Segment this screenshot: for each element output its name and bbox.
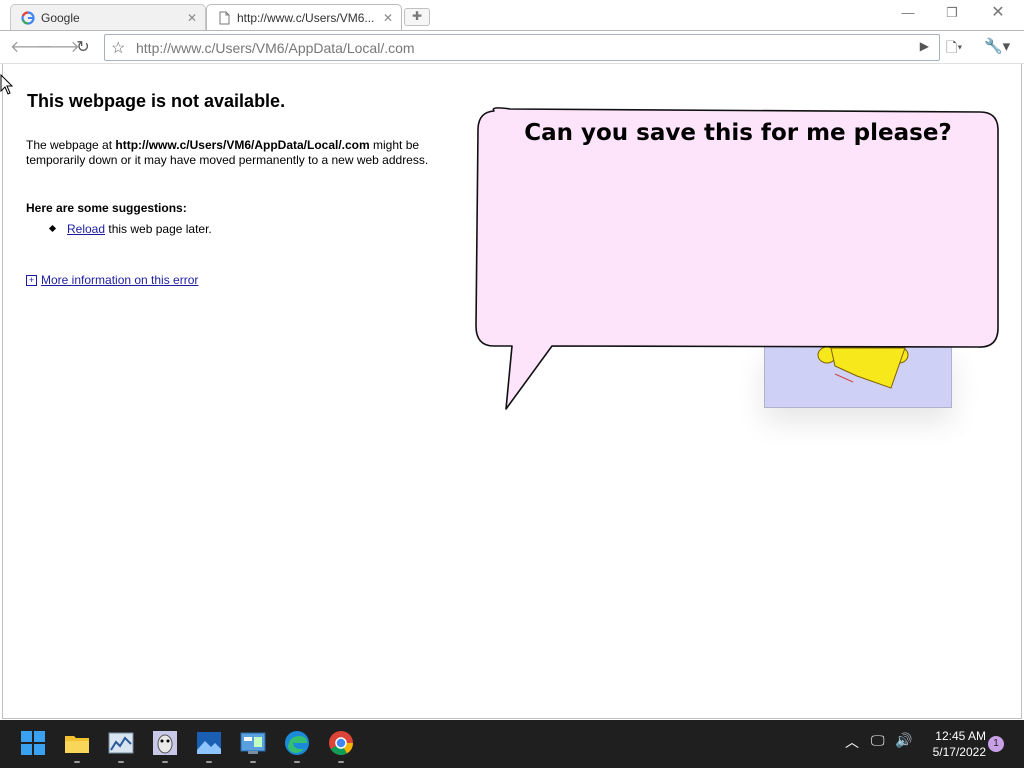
browser-toolbar: 🡐 🡒 ↻ ☆ http://www.c/Users/VM6/AppData/L… xyxy=(0,30,1024,64)
suggestions-title: Here are some suggestions: xyxy=(26,201,187,215)
running-indicator xyxy=(250,761,256,763)
character-app-icon[interactable] xyxy=(152,730,178,756)
error-desc-url: http://www.c/Users/VM6/AppData/Local/.co… xyxy=(115,138,370,152)
tab-title: http://www.c/Users/VM6... xyxy=(237,10,375,25)
google-favicon-icon xyxy=(21,10,35,25)
control-panel-icon[interactable] xyxy=(240,730,266,756)
bullet-icon xyxy=(48,225,57,233)
reload-icon[interactable]: ↻ xyxy=(72,37,94,59)
network-icon[interactable]: 🖵 xyxy=(871,732,885,749)
edge-icon[interactable] xyxy=(284,730,310,756)
speech-bubble xyxy=(475,107,999,410)
taskbar: ︿ 🖵 🔊 12:45 AM 5/17/2022 1 xyxy=(0,720,1024,768)
error-desc-prefix: The webpage at xyxy=(26,138,116,152)
new-tab-button[interactable]: ✚ xyxy=(404,8,430,26)
speech-bubble-text: Can you save this for me please? xyxy=(524,120,952,146)
go-icon[interactable]: ▶ xyxy=(920,39,929,53)
reload-link[interactable]: Reload xyxy=(67,222,105,236)
clock-time: 12:45 AM xyxy=(935,729,986,743)
star-icon[interactable]: ☆ xyxy=(111,38,125,58)
tab-google[interactable]: Google ✕ xyxy=(10,4,206,30)
tab-active-page[interactable]: http://www.c/Users/VM6... ✕ xyxy=(206,4,402,30)
photos-icon[interactable] xyxy=(196,730,222,756)
running-indicator xyxy=(206,761,212,763)
chrome-icon[interactable] xyxy=(328,730,354,756)
reload-suffix: this web page later. xyxy=(105,222,212,236)
system-clock[interactable]: 12:45 AM 5/17/2022 xyxy=(920,728,986,760)
url-text[interactable]: http://www.c/Users/VM6/AppData/Local/.co… xyxy=(136,40,415,56)
running-indicator xyxy=(338,761,344,763)
minimize-icon[interactable]: — xyxy=(896,4,920,22)
close-tab-icon[interactable]: ✕ xyxy=(381,11,395,25)
error-title: This webpage is not available. xyxy=(27,91,286,111)
wrench-menu-icon[interactable]: 🔧▾ xyxy=(984,37,1014,59)
forward-arrow-icon[interactable]: 🡒 xyxy=(37,37,80,59)
chart-app-icon[interactable] xyxy=(108,730,134,756)
running-indicator xyxy=(118,761,124,763)
close-tab-icon[interactable]: ✕ xyxy=(185,11,199,25)
notification-badge[interactable]: 1 xyxy=(988,736,1004,752)
mouse-cursor-icon xyxy=(0,74,14,95)
more-info[interactable]: + More information on this error xyxy=(26,273,198,287)
title-bar: Google ✕ http://www.c/Users/VM6... ✕ ✚ —… xyxy=(0,0,1024,30)
page-favicon-icon xyxy=(219,11,230,24)
restore-icon[interactable]: ❐ xyxy=(940,4,964,22)
start-icon[interactable] xyxy=(20,730,46,756)
running-indicator xyxy=(162,761,168,763)
volume-icon[interactable]: 🔊 xyxy=(895,732,912,749)
suggestion-item: Reload this web page later. xyxy=(48,222,212,236)
expand-plus-icon[interactable]: + xyxy=(26,275,37,287)
tray-chevron-up-icon[interactable]: ︿ xyxy=(845,732,859,752)
file-explorer-icon[interactable] xyxy=(64,730,90,756)
back-arrow-icon[interactable]: 🡐 xyxy=(10,37,53,59)
clock-date: 5/17/2022 xyxy=(932,745,986,759)
page-menu-icon[interactable]: 🗋▾ xyxy=(946,37,972,59)
tab-title: Google xyxy=(41,10,80,25)
running-indicator xyxy=(294,761,300,763)
error-description: The webpage at http://www.c/Users/VM6/Ap… xyxy=(26,138,466,168)
more-info-link[interactable]: More information on this error xyxy=(41,273,198,287)
running-indicator xyxy=(74,761,80,763)
close-window-icon[interactable]: ✕ xyxy=(986,4,1010,22)
address-bar[interactable]: ☆ http://www.c/Users/VM6/AppData/Local/.… xyxy=(104,34,940,61)
